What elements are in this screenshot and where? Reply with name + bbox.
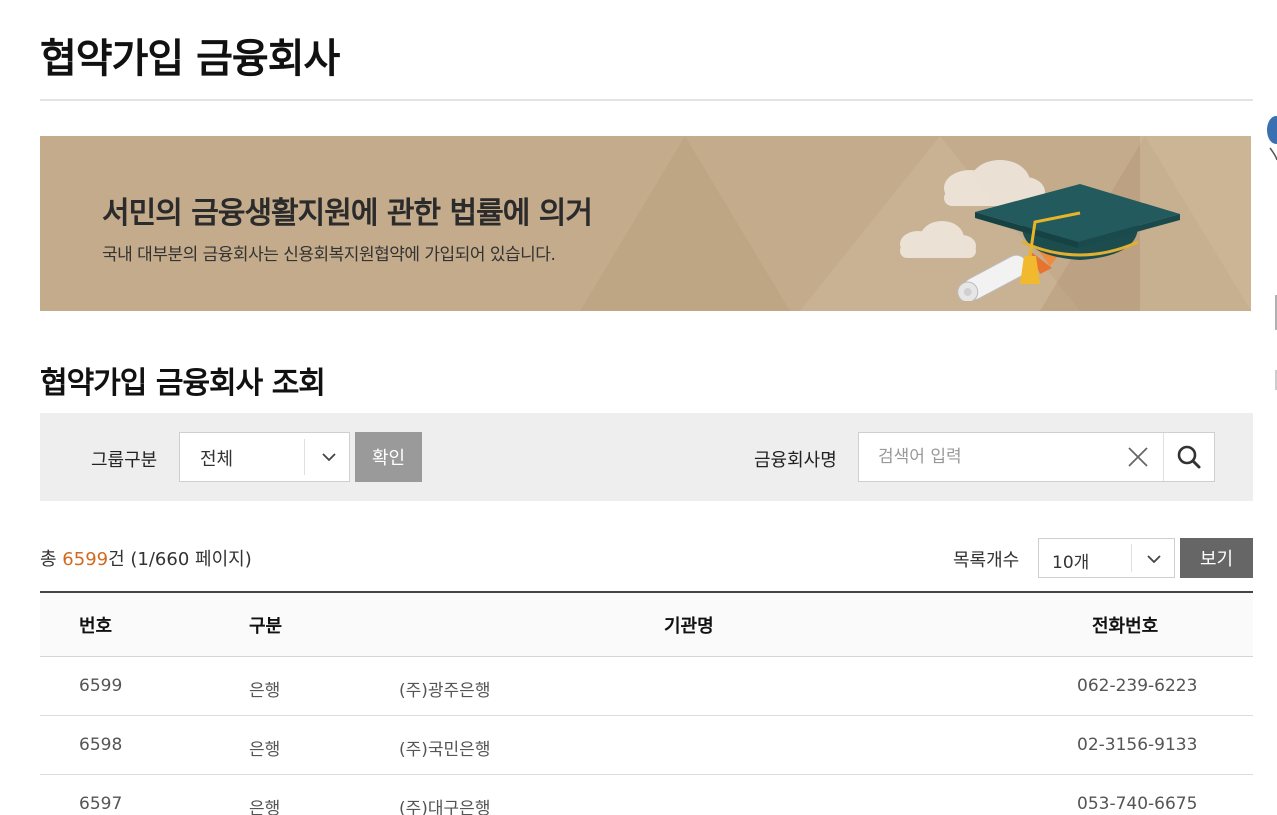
group-select-value: 전체 xyxy=(200,449,234,470)
page-title: 협약가입 금융회사 xyxy=(40,36,340,82)
company-search-input[interactable] xyxy=(859,433,1119,481)
cell-name: (주)대구은행 xyxy=(399,799,491,815)
per-page-select[interactable]: 10개 xyxy=(1038,538,1175,578)
table-row: 6599 은행 (주)광주은행 062-239-6223 xyxy=(40,657,1253,716)
search-button[interactable] xyxy=(1164,433,1214,481)
cell-phone: 053-740-6675 xyxy=(1077,794,1198,814)
header-no: 번호 xyxy=(79,616,113,637)
table-header: 번호 구분 기관명 전화번호 xyxy=(40,591,1253,657)
cell-name: (주)광주은행 xyxy=(399,681,491,701)
cell-no: 6599 xyxy=(79,676,123,696)
header-name: 기관명 xyxy=(664,616,714,637)
cell-type: 은행 xyxy=(249,740,281,760)
group-select[interactable]: 전체 xyxy=(179,432,350,482)
close-icon[interactable] xyxy=(1127,446,1149,468)
graduation-cap-icon xyxy=(900,160,1180,301)
header-type: 구분 xyxy=(249,616,283,637)
confirm-button[interactable]: 확인 xyxy=(355,432,422,482)
table-row: 6597 은행 (주)대구은행 053-740-6675 xyxy=(40,775,1253,815)
banner-heading: 서민의 금융생활지원에 관한 법률에 의거 xyxy=(102,196,593,231)
company-name-label: 금융회사명 xyxy=(754,450,837,471)
title-divider xyxy=(40,99,1253,101)
banner-subtext: 국내 대부분의 금융회사는 신용회복지원협약에 가입되어 있습니다. xyxy=(102,245,556,265)
table-row: 6598 은행 (주)국민은행 02-3156-9133 xyxy=(40,716,1253,775)
group-select-divider xyxy=(304,439,305,475)
total-suffix: 건 (1/660 페이지) xyxy=(108,549,252,570)
cell-phone: 02-3156-9133 xyxy=(1077,735,1198,755)
cell-name: (주)국민은행 xyxy=(399,740,491,760)
company-table: 번호 구분 기관명 전화번호 6599 은행 (주)광주은행 062-239-6… xyxy=(40,591,1253,815)
view-button[interactable]: 보기 xyxy=(1180,538,1253,578)
total-count: 6599 xyxy=(62,549,109,570)
floating-mascot-icon[interactable] xyxy=(1262,100,1277,400)
company-search-field xyxy=(858,432,1215,482)
cell-type: 은행 xyxy=(249,799,281,815)
group-label: 그룹구분 xyxy=(91,450,158,471)
chevron-down-icon xyxy=(1147,555,1161,564)
result-summary: 총 6599건 (1/660 페이지) xyxy=(40,545,252,571)
total-prefix: 총 xyxy=(40,549,63,570)
per-page-value: 10개 xyxy=(1052,553,1090,573)
info-banner: 서민의 금융생활지원에 관한 법률에 의거 국내 대부분의 금융회사는 신용회복… xyxy=(40,136,1251,311)
cell-type: 은행 xyxy=(249,681,281,701)
chevron-down-icon xyxy=(322,453,336,462)
per-page-divider xyxy=(1131,544,1132,572)
cell-no: 6598 xyxy=(79,735,123,755)
header-phone: 전화번호 xyxy=(1092,616,1159,637)
cell-no: 6597 xyxy=(79,794,123,814)
search-icon xyxy=(1177,445,1201,469)
search-panel: 그룹구분 전체 확인 금융회사명 xyxy=(40,413,1253,501)
per-page-label: 목록개수 xyxy=(953,550,1020,571)
cell-phone: 062-239-6223 xyxy=(1077,676,1198,696)
section-title: 협약가입 금융회사 조회 xyxy=(40,366,326,401)
